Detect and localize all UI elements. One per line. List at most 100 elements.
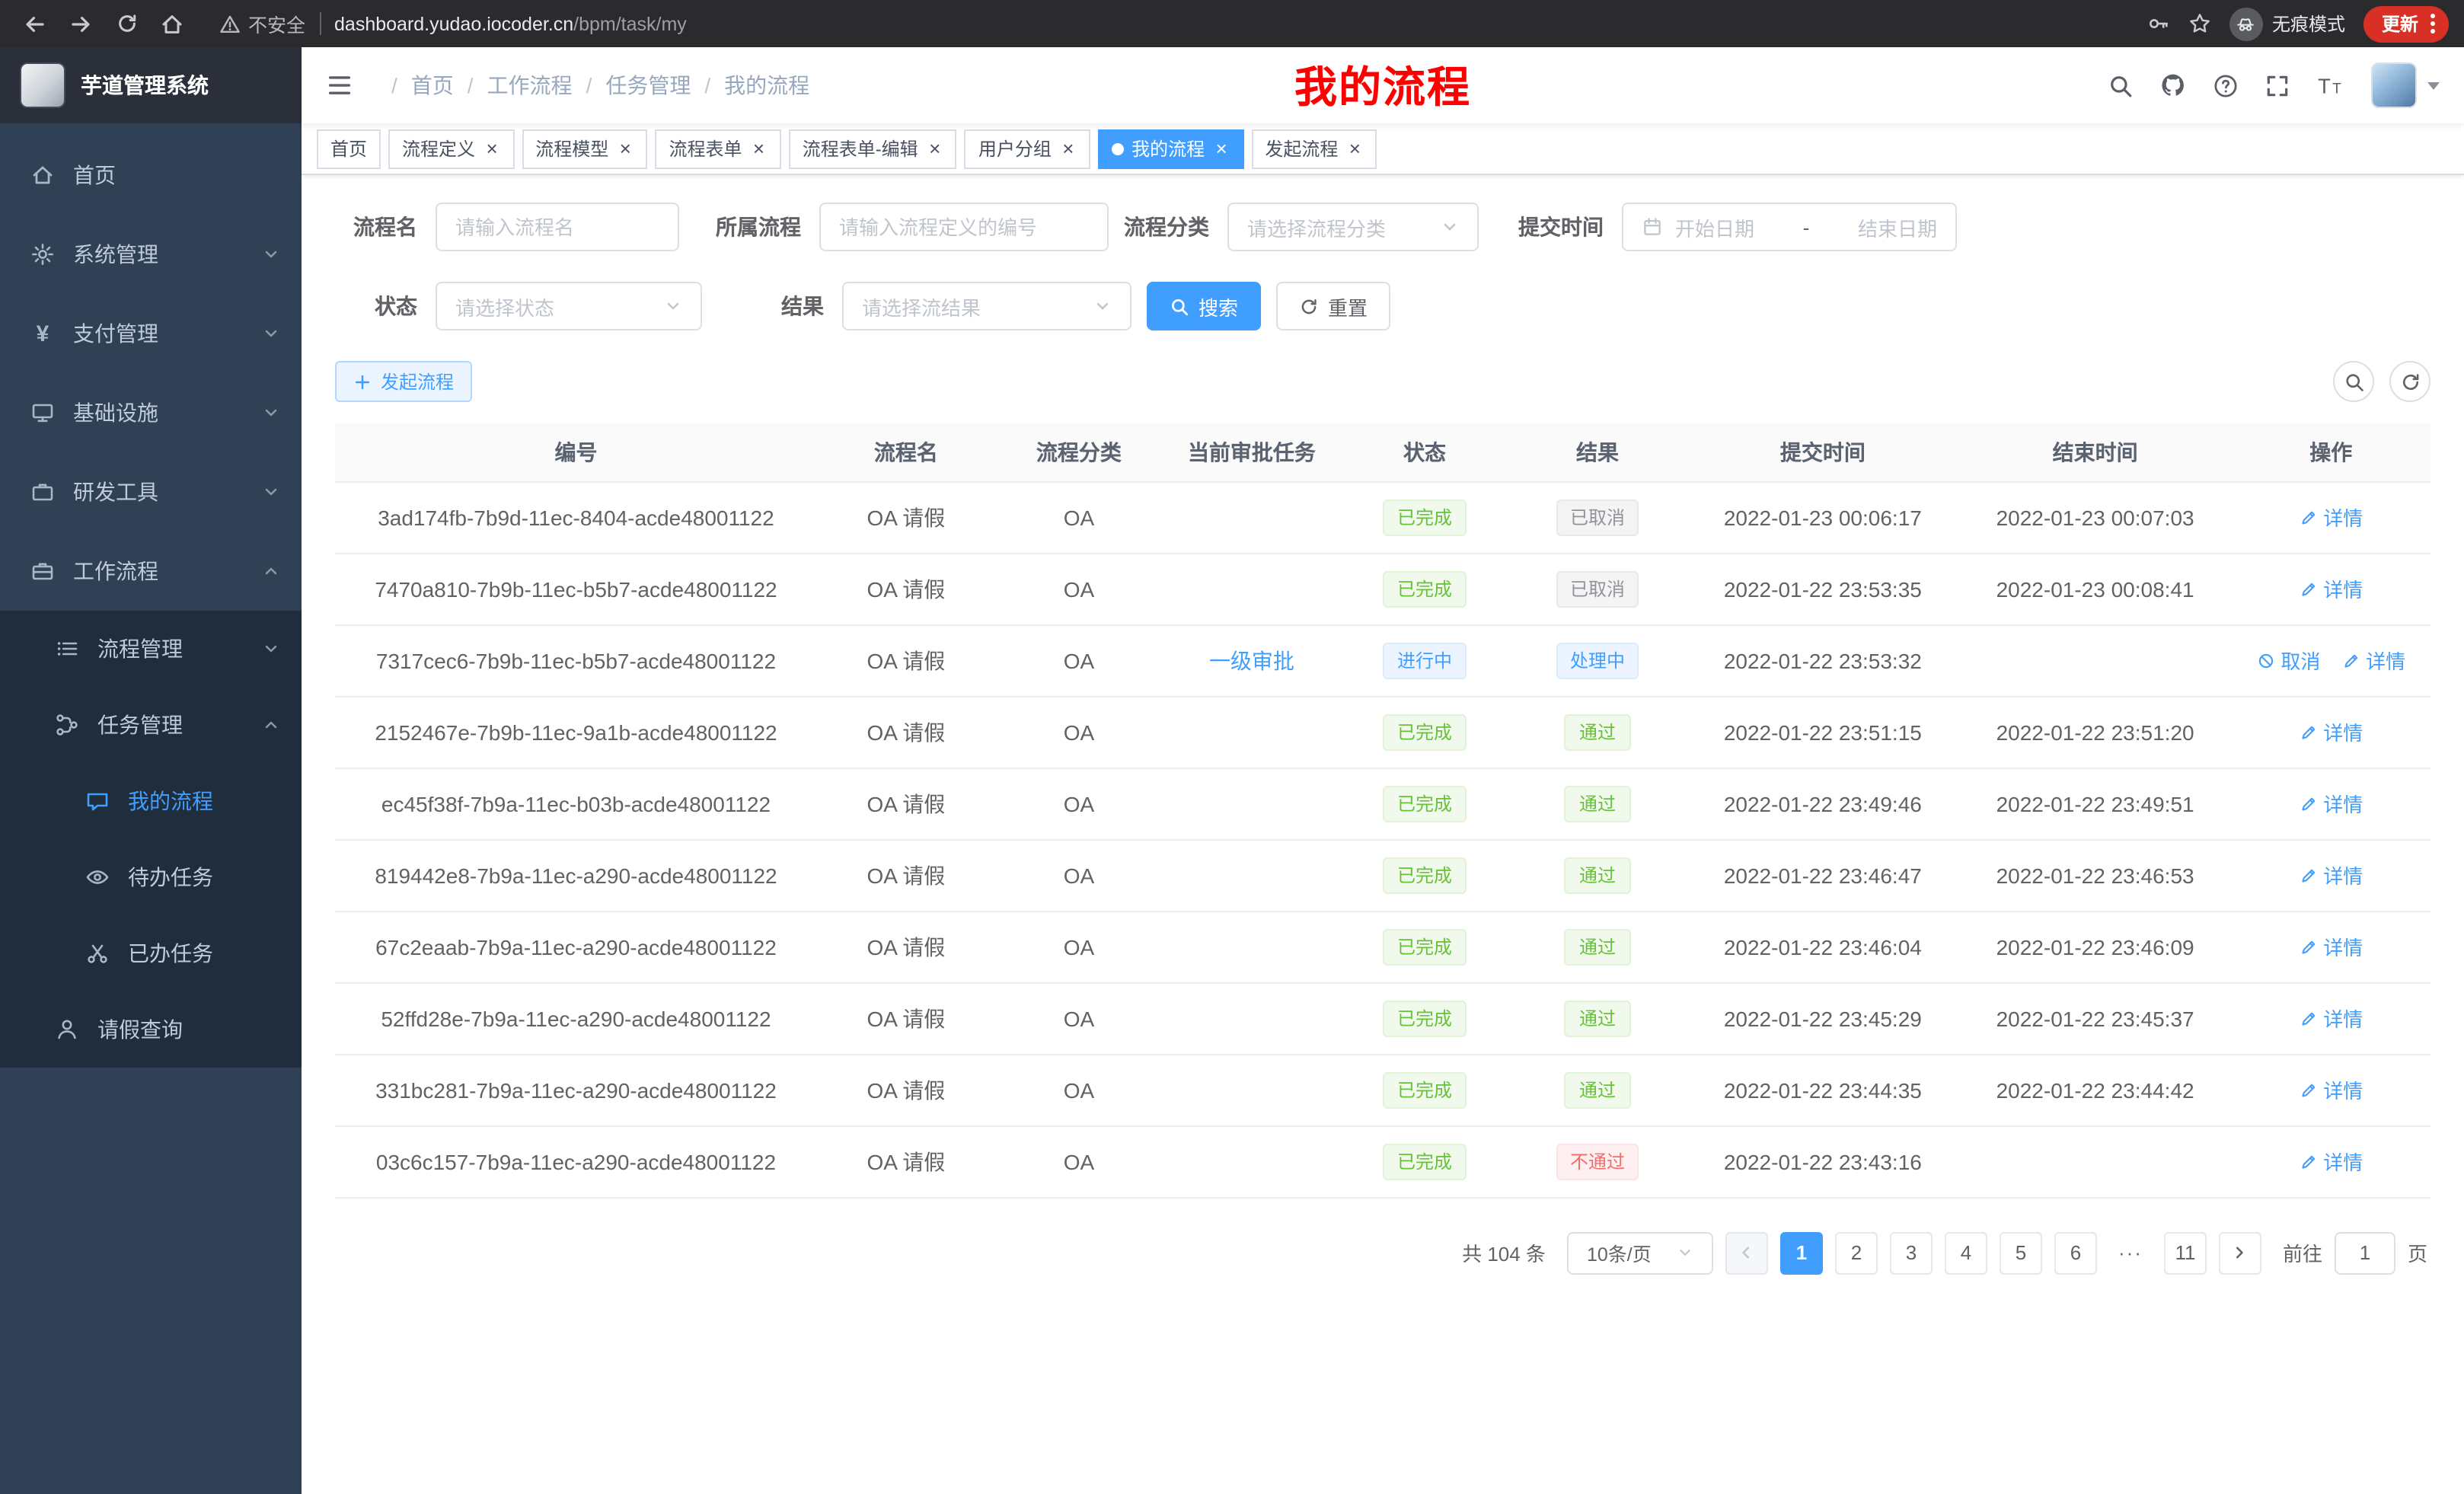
security-chip[interactable]: 不安全	[219, 9, 305, 38]
next-page-button[interactable]	[2219, 1231, 2261, 1274]
search-button[interactable]: 搜索	[1147, 282, 1261, 330]
page-button[interactable]: 3	[1890, 1231, 1933, 1274]
cell-category: OA	[995, 1125, 1163, 1197]
back-icon[interactable]	[15, 4, 55, 43]
detail-link[interactable]: 详情	[2299, 503, 2363, 532]
page-button[interactable]: 6	[2054, 1231, 2097, 1274]
key-icon[interactable]	[2147, 12, 2170, 35]
forward-icon[interactable]	[61, 4, 101, 43]
tab[interactable]: 我的流程 ×	[1098, 129, 1243, 168]
sidebar-item-process-mgmt[interactable]: 流程管理	[0, 611, 302, 687]
date-range-input[interactable]: 开始日期 - 结束日期	[1622, 203, 1957, 251]
page-size-select[interactable]: 10条/页	[1567, 1231, 1713, 1274]
sidebar-item-leave-query[interactable]: 请假查询	[0, 991, 302, 1068]
sidebar-item-my-process[interactable]: 我的流程	[0, 763, 302, 839]
cell-result: 通过	[1508, 982, 1687, 1054]
font-size-icon[interactable]: TT	[2316, 72, 2345, 98]
cell-name: OA 请假	[817, 839, 995, 911]
close-icon[interactable]: ×	[750, 137, 768, 160]
bookmark-star-icon[interactable]	[2188, 12, 2211, 35]
goto-page-input[interactable]	[2335, 1231, 2395, 1274]
browser-actions: 无痕模式 更新	[2147, 5, 2449, 42]
detail-link[interactable]: 详情	[2299, 1004, 2363, 1033]
detail-link[interactable]: 详情	[2299, 1075, 2363, 1104]
tab[interactable]: 发起流程 ×	[1251, 129, 1377, 168]
page-button[interactable]: 5	[2000, 1231, 2042, 1274]
plus-icon	[353, 372, 372, 391]
result-badge: 通过	[1564, 713, 1631, 750]
sidebar-item-task-mgmt[interactable]: 任务管理	[0, 687, 302, 763]
breadcrumb-item[interactable]: 我的流程	[691, 70, 809, 101]
sidebar-item-payment[interactable]: ¥ 支付管理	[0, 294, 302, 373]
detail-link[interactable]: 详情	[2341, 646, 2405, 675]
cell-status: 已完成	[1341, 768, 1508, 839]
search-toggle-icon[interactable]	[2333, 361, 2374, 402]
reload-icon[interactable]	[107, 4, 146, 43]
menu-kebab-icon[interactable]	[2430, 14, 2435, 34]
close-icon[interactable]: ×	[926, 137, 943, 160]
cell-category: OA	[995, 553, 1163, 624]
process-definition-input[interactable]	[819, 203, 1109, 251]
sidebar-item-workflow[interactable]: 工作流程	[0, 532, 302, 611]
sidebar-item-done-tasks[interactable]: 已办任务	[0, 915, 302, 991]
detail-link[interactable]: 详情	[2299, 932, 2363, 961]
tab[interactable]: 流程表单-编辑 ×	[789, 129, 957, 168]
refresh-table-icon[interactable]	[2389, 361, 2430, 402]
status-select[interactable]: 请选择状态	[436, 282, 702, 330]
detail-link[interactable]: 详情	[2299, 1147, 2363, 1176]
chevron-down-icon	[1677, 1244, 1693, 1261]
cell-name: OA 请假	[817, 553, 995, 624]
close-icon[interactable]: ×	[1059, 137, 1077, 160]
breadcrumb-item[interactable]: 任务管理	[573, 70, 691, 101]
process-name-input[interactable]	[436, 203, 679, 251]
close-icon[interactable]: ×	[483, 137, 500, 160]
close-icon[interactable]: ×	[1345, 137, 1363, 160]
detail-link[interactable]: 详情	[2299, 574, 2363, 603]
detail-link[interactable]: 详情	[2299, 717, 2363, 746]
reset-button[interactable]: 重置	[1276, 282, 1390, 330]
cancel-link[interactable]: 取消	[2256, 646, 2320, 675]
search-icon[interactable]	[2108, 72, 2134, 98]
page-button[interactable]: 1	[1780, 1231, 1823, 1274]
address-bar[interactable]: 不安全 dashboard.yudao.iocoder.cn/bpm/task/…	[219, 9, 2141, 38]
update-button[interactable]: 更新	[2363, 5, 2449, 42]
create-process-button[interactable]: 发起流程	[335, 361, 472, 402]
tab[interactable]: 首页	[317, 129, 381, 168]
page-button[interactable]: 2	[1835, 1231, 1878, 1274]
cell-name: OA 请假	[817, 1125, 995, 1197]
sidebar-item-infra[interactable]: 基础设施	[0, 373, 302, 452]
tab[interactable]: 流程模型 ×	[522, 129, 647, 168]
task-link[interactable]: 一级审批	[1209, 645, 1294, 675]
avatar[interactable]	[2371, 62, 2417, 108]
tab[interactable]: 用户分组 ×	[965, 129, 1090, 168]
page-button[interactable]: 4	[1945, 1231, 1987, 1274]
home-icon[interactable]	[152, 4, 192, 43]
user-menu[interactable]	[2371, 62, 2440, 108]
breadcrumb-item[interactable]: 首页	[378, 70, 454, 101]
help-icon[interactable]	[2213, 72, 2239, 98]
cell-id: 3ad174fb-7b9d-11ec-8404-acde48001122	[335, 481, 817, 553]
sidebar-item-todo-tasks[interactable]: 待办任务	[0, 839, 302, 915]
cell-category: OA	[995, 1054, 1163, 1125]
detail-link[interactable]: 详情	[2299, 860, 2363, 889]
result-label: 结果	[739, 291, 824, 321]
hamburger-icon[interactable]	[326, 72, 353, 99]
sidebar-item-devtools[interactable]: 研发工具	[0, 452, 302, 532]
status-badge: 已完成	[1384, 1000, 1466, 1036]
close-icon[interactable]: ×	[1212, 137, 1230, 160]
tab[interactable]: 流程定义 ×	[388, 129, 514, 168]
chevron-down-icon	[262, 404, 280, 422]
fullscreen-icon[interactable]	[2265, 72, 2290, 98]
close-icon[interactable]: ×	[616, 137, 634, 160]
result-select[interactable]: 请选择流结果	[842, 282, 1131, 330]
detail-link[interactable]: 详情	[2299, 789, 2363, 818]
prev-page-button[interactable]	[1725, 1231, 1768, 1274]
page-button[interactable]: 11	[2164, 1231, 2207, 1274]
github-icon[interactable]	[2159, 72, 2187, 99]
category-select[interactable]: 请选择流程分类	[1227, 203, 1479, 251]
sidebar-item-system[interactable]: 系统管理	[0, 215, 302, 294]
sidebar-item-home[interactable]: 首页	[0, 136, 302, 215]
tab[interactable]: 流程表单 ×	[655, 129, 780, 168]
breadcrumb-item[interactable]: 工作流程	[454, 70, 573, 101]
page-button[interactable]: ···	[2109, 1231, 2152, 1274]
